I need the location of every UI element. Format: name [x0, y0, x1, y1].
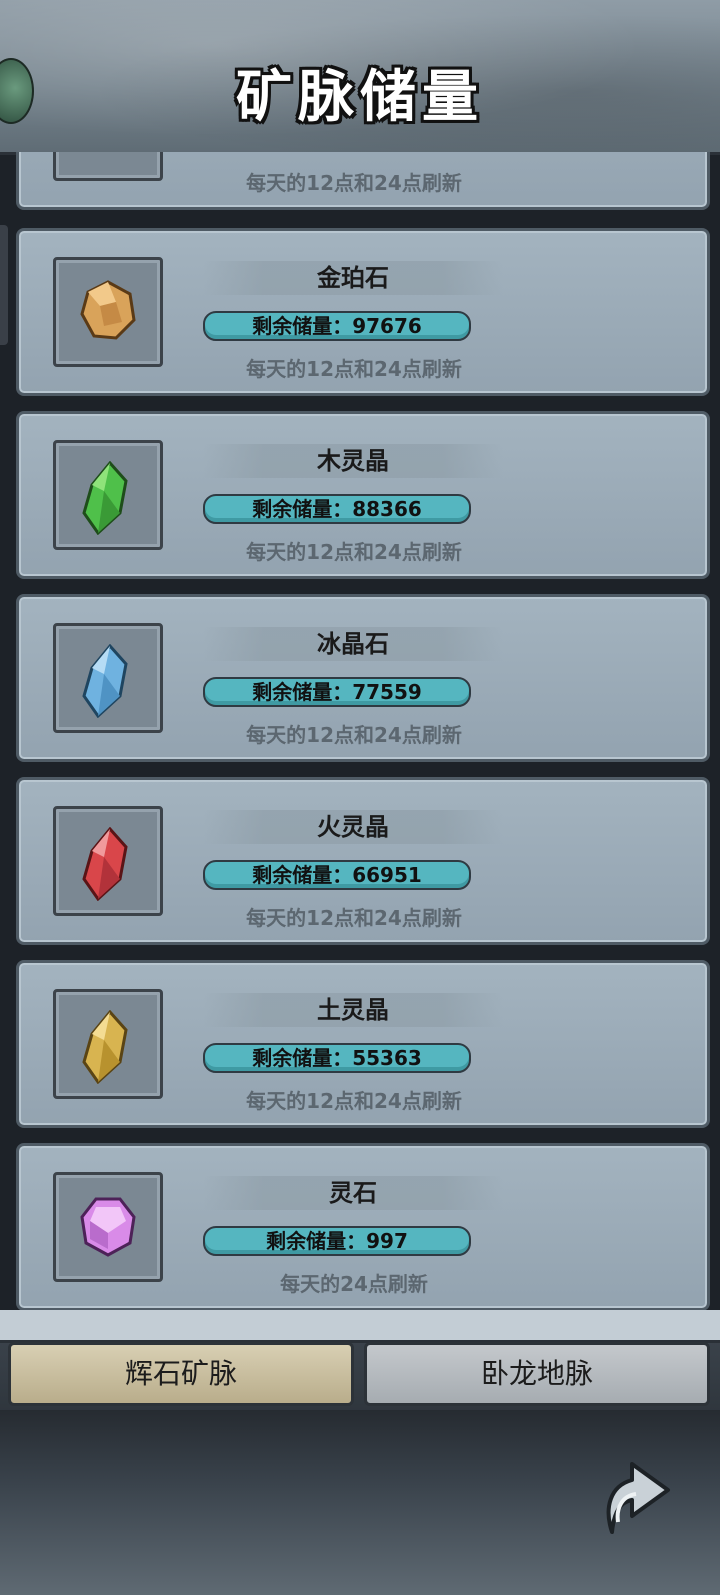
item-name: 火灵晶 — [203, 810, 503, 844]
list-item: 金珀石 剩余储量：97676 每天的12点和24点刷新 — [16, 228, 710, 396]
storage-bar: 剩余储量：997 — [203, 1226, 471, 1256]
storage-label: 剩余储量：997 — [266, 1229, 408, 1253]
storage-label: 剩余储量：88366 — [252, 497, 422, 521]
item-slot[interactable] — [53, 152, 163, 181]
item-slot[interactable] — [53, 257, 163, 367]
list-item: 土灵晶 剩余储量：55363 每天的12点和24点刷新 — [16, 960, 710, 1128]
storage-label: 剩余储量：66951 — [252, 863, 422, 887]
refresh-note: 每天的12点和24点刷新 — [246, 723, 462, 747]
page-title: 矿脉储量 — [236, 64, 484, 130]
list-item: 冰晶石 剩余储量：77559 每天的12点和24点刷新 — [16, 594, 710, 762]
item-slot[interactable] — [53, 623, 163, 733]
mine-list[interactable]: 每天的12点和24点刷新 金珀石 剩余储量：97676 每天的12点和24点刷新… — [0, 152, 720, 1322]
refresh-note: 每天的12点和24点刷新 — [246, 357, 462, 381]
back-arrow-icon[interactable] — [598, 1452, 674, 1538]
storage-bar: 剩余储量：77559 — [203, 677, 471, 707]
item-name: 金珀石 — [203, 261, 503, 295]
storage-bar: 剩余储量：88366 — [203, 494, 471, 524]
spirit-stone-icon — [80, 1197, 136, 1257]
item-name: 冰晶石 — [203, 627, 503, 661]
amber-stone-icon — [80, 280, 136, 340]
list-item: 火灵晶 剩余储量：66951 每天的12点和24点刷新 — [16, 777, 710, 945]
wood-crystal-icon — [82, 461, 128, 535]
storage-bar: 剩余储量：66951 — [203, 860, 471, 890]
refresh-note: 每天的12点和24点刷新 — [246, 1089, 462, 1113]
item-slot[interactable] — [53, 1172, 163, 1282]
list-item: 灵石 剩余储量：997 每天的24点刷新 — [16, 1143, 710, 1311]
list-item: 每天的12点和24点刷新 — [16, 152, 710, 210]
header-bar: 矿脉储量 — [0, 0, 720, 155]
storage-label: 剩余储量：77559 — [252, 680, 422, 704]
item-slot[interactable] — [53, 440, 163, 550]
storage-bar: 剩余储量：97676 — [203, 311, 471, 341]
refresh-note: 每天的12点和24点刷新 — [246, 906, 462, 930]
storage-label: 剩余储量：55363 — [252, 1046, 422, 1070]
refresh-note: 每天的12点和24点刷新 — [246, 171, 462, 195]
storage-bar: 剩余储量：55363 — [203, 1043, 471, 1073]
item-name: 灵石 — [203, 1176, 503, 1210]
fire-crystal-icon — [82, 827, 128, 901]
tab-huishi-mine[interactable]: 辉石矿脉 — [8, 1342, 354, 1406]
storage-label: 剩余储量：97676 — [252, 314, 422, 338]
list-item: 木灵晶 剩余储量：88366 每天的12点和24点刷新 — [16, 411, 710, 579]
refresh-note: 每天的24点刷新 — [280, 1272, 428, 1296]
earth-crystal-icon — [82, 1010, 128, 1084]
item-name: 木灵晶 — [203, 444, 503, 478]
ice-crystal-icon — [82, 644, 128, 718]
item-slot[interactable] — [53, 989, 163, 1099]
item-slot[interactable] — [53, 806, 163, 916]
refresh-note: 每天的12点和24点刷新 — [246, 540, 462, 564]
tab-wolong-vein[interactable]: 卧龙地脉 — [364, 1342, 710, 1406]
item-name: 土灵晶 — [203, 993, 503, 1027]
